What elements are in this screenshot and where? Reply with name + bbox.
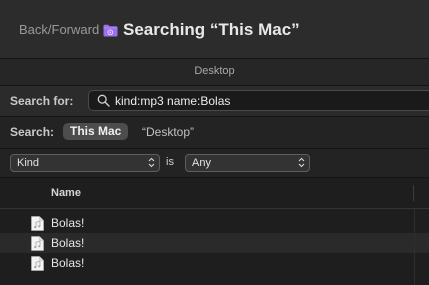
chevron-up-down-icon [148, 157, 155, 168]
value-popup-value: Any [192, 157, 211, 169]
column-divider[interactable] [413, 185, 414, 201]
attribute-popup[interactable]: Kind [10, 154, 160, 172]
audio-file-icon [31, 256, 44, 271]
audio-file-icon [31, 236, 44, 251]
search-query-text: kind:mp3 name:Bolas [115, 94, 231, 108]
operator-label: is [166, 156, 174, 168]
smart-folder-icon [103, 24, 118, 37]
audio-file-icon [31, 216, 44, 231]
column-divider-line [414, 209, 415, 285]
title-bar: Back/Forward Searching “This Mac” [0, 0, 429, 58]
results-list: Bolas! Bolas! Bolas! [0, 209, 429, 285]
list-item[interactable]: Bolas! [0, 233, 429, 253]
search-for-label: Search for: [10, 94, 74, 108]
location-header: Desktop [0, 58, 429, 86]
search-bar: Search for: kind:mp3 name:Bolas [0, 86, 429, 117]
chevron-up-down-icon [298, 157, 305, 168]
file-name: Bolas! [51, 256, 85, 270]
list-item[interactable]: Bolas! [0, 253, 429, 273]
value-popup[interactable]: Any [185, 154, 310, 172]
scope-desktop-button[interactable]: “Desktop” [142, 125, 194, 139]
search-scope-label: Search: [10, 125, 55, 139]
search-criteria-row: Kind is Any [0, 149, 429, 178]
file-name: Bolas! [51, 216, 85, 230]
back-forward-button[interactable]: Back/Forward [19, 22, 99, 37]
search-icon [97, 94, 110, 107]
file-name: Bolas! [51, 236, 85, 250]
window-title: Searching “This Mac” [123, 20, 300, 39]
attribute-popup-value: Kind [17, 157, 40, 169]
search-input[interactable]: kind:mp3 name:Bolas [88, 90, 429, 111]
search-scope-bar: Search: This Mac “Desktop” [0, 117, 429, 149]
scope-this-mac-button[interactable]: This Mac [63, 123, 129, 140]
location-label: Desktop [194, 65, 235, 77]
results-column-header: Name [0, 178, 429, 209]
name-column-header[interactable]: Name [51, 187, 81, 199]
finder-window: Back/Forward Searching “This Mac” Deskto… [0, 0, 429, 285]
list-item[interactable]: Bolas! [0, 213, 429, 233]
